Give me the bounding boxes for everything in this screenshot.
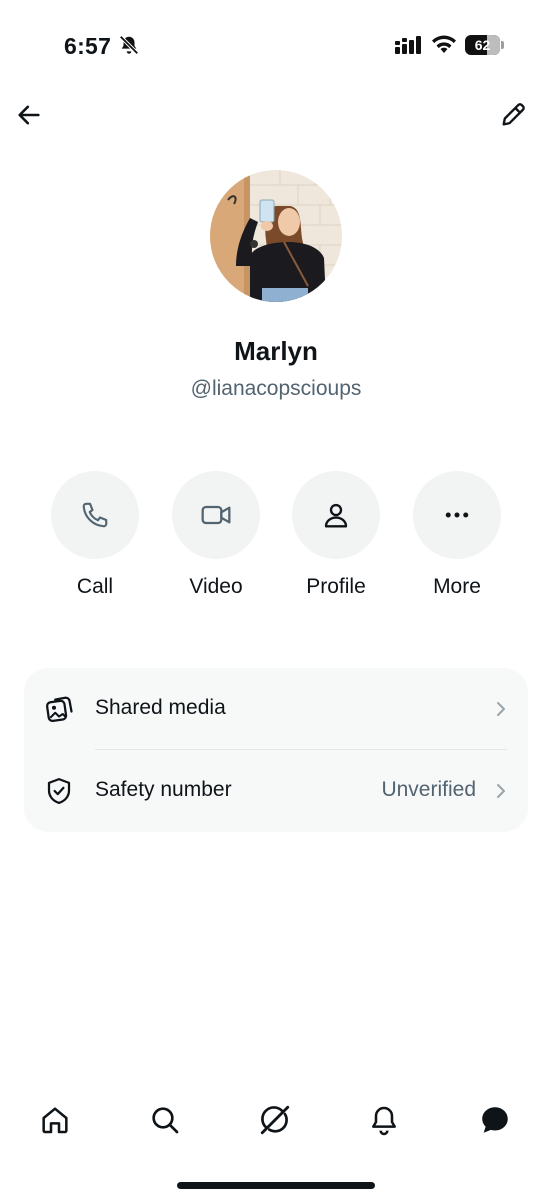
call-action[interactable]: Call	[50, 471, 140, 611]
wifi-icon	[432, 35, 456, 53]
chevron-right-icon	[497, 702, 505, 716]
avatar[interactable]	[210, 170, 342, 302]
pencil-icon	[502, 103, 525, 126]
profile-action[interactable]: Profile	[291, 471, 381, 611]
nav-home[interactable]	[35, 1100, 75, 1140]
ellipsis-icon	[445, 512, 469, 518]
back-button[interactable]	[12, 98, 46, 132]
video-label: Video	[189, 575, 243, 598]
battery-percent: 62	[474, 37, 491, 53]
grok-icon	[260, 1105, 290, 1135]
more-action[interactable]: More	[412, 471, 502, 611]
conversation-info-screen: 6:57 62 Marlyn @lianacopscioups Call Vid…	[0, 0, 552, 1200]
more-label: More	[433, 575, 481, 598]
bell-icon	[372, 1106, 396, 1136]
conversation-settings-card: Shared media Safety number Unverified	[24, 668, 528, 832]
message-bubble-icon	[482, 1107, 508, 1133]
call-button[interactable]	[51, 471, 139, 559]
safety-number-label: Safety number	[95, 778, 232, 801]
video-camera-icon	[201, 505, 231, 525]
bell-slash-icon	[119, 35, 139, 55]
bottom-nav	[0, 1090, 552, 1150]
battery-indicator: 62	[465, 35, 505, 55]
nav-search[interactable]	[145, 1100, 185, 1140]
user-handle: @lianacopscioups	[190, 377, 362, 400]
nav-notifications[interactable]	[364, 1100, 404, 1140]
shared-media-label: Shared media	[95, 696, 226, 719]
call-label: Call	[76, 575, 114, 598]
phone-icon	[82, 502, 108, 528]
person-icon	[324, 503, 348, 528]
edit-button[interactable]	[496, 98, 530, 132]
more-button[interactable]	[413, 471, 501, 559]
shield-check-icon	[47, 778, 71, 804]
chevron-right-icon	[497, 784, 505, 798]
video-button[interactable]	[172, 471, 260, 559]
signal-icon	[395, 36, 421, 54]
status-time: 6:57	[64, 33, 112, 59]
profile-button[interactable]	[292, 471, 380, 559]
safety-number-row[interactable]: Safety number Unverified	[24, 750, 528, 832]
images-icon	[45, 696, 73, 723]
nav-messages[interactable]	[475, 1100, 515, 1140]
display-name: Marlyn	[234, 336, 318, 366]
nav-grok[interactable]	[255, 1100, 295, 1140]
home-icon	[42, 1107, 68, 1134]
shared-media-row[interactable]: Shared media	[24, 668, 528, 750]
home-indicator	[177, 1182, 375, 1189]
status-bar: 6:57 62	[0, 0, 552, 90]
search-icon	[152, 1107, 179, 1134]
arrow-left-icon	[18, 105, 40, 125]
profile-label: Profile	[306, 575, 366, 598]
video-action[interactable]: Video	[171, 471, 261, 611]
safety-number-status: Unverified	[381, 778, 476, 801]
